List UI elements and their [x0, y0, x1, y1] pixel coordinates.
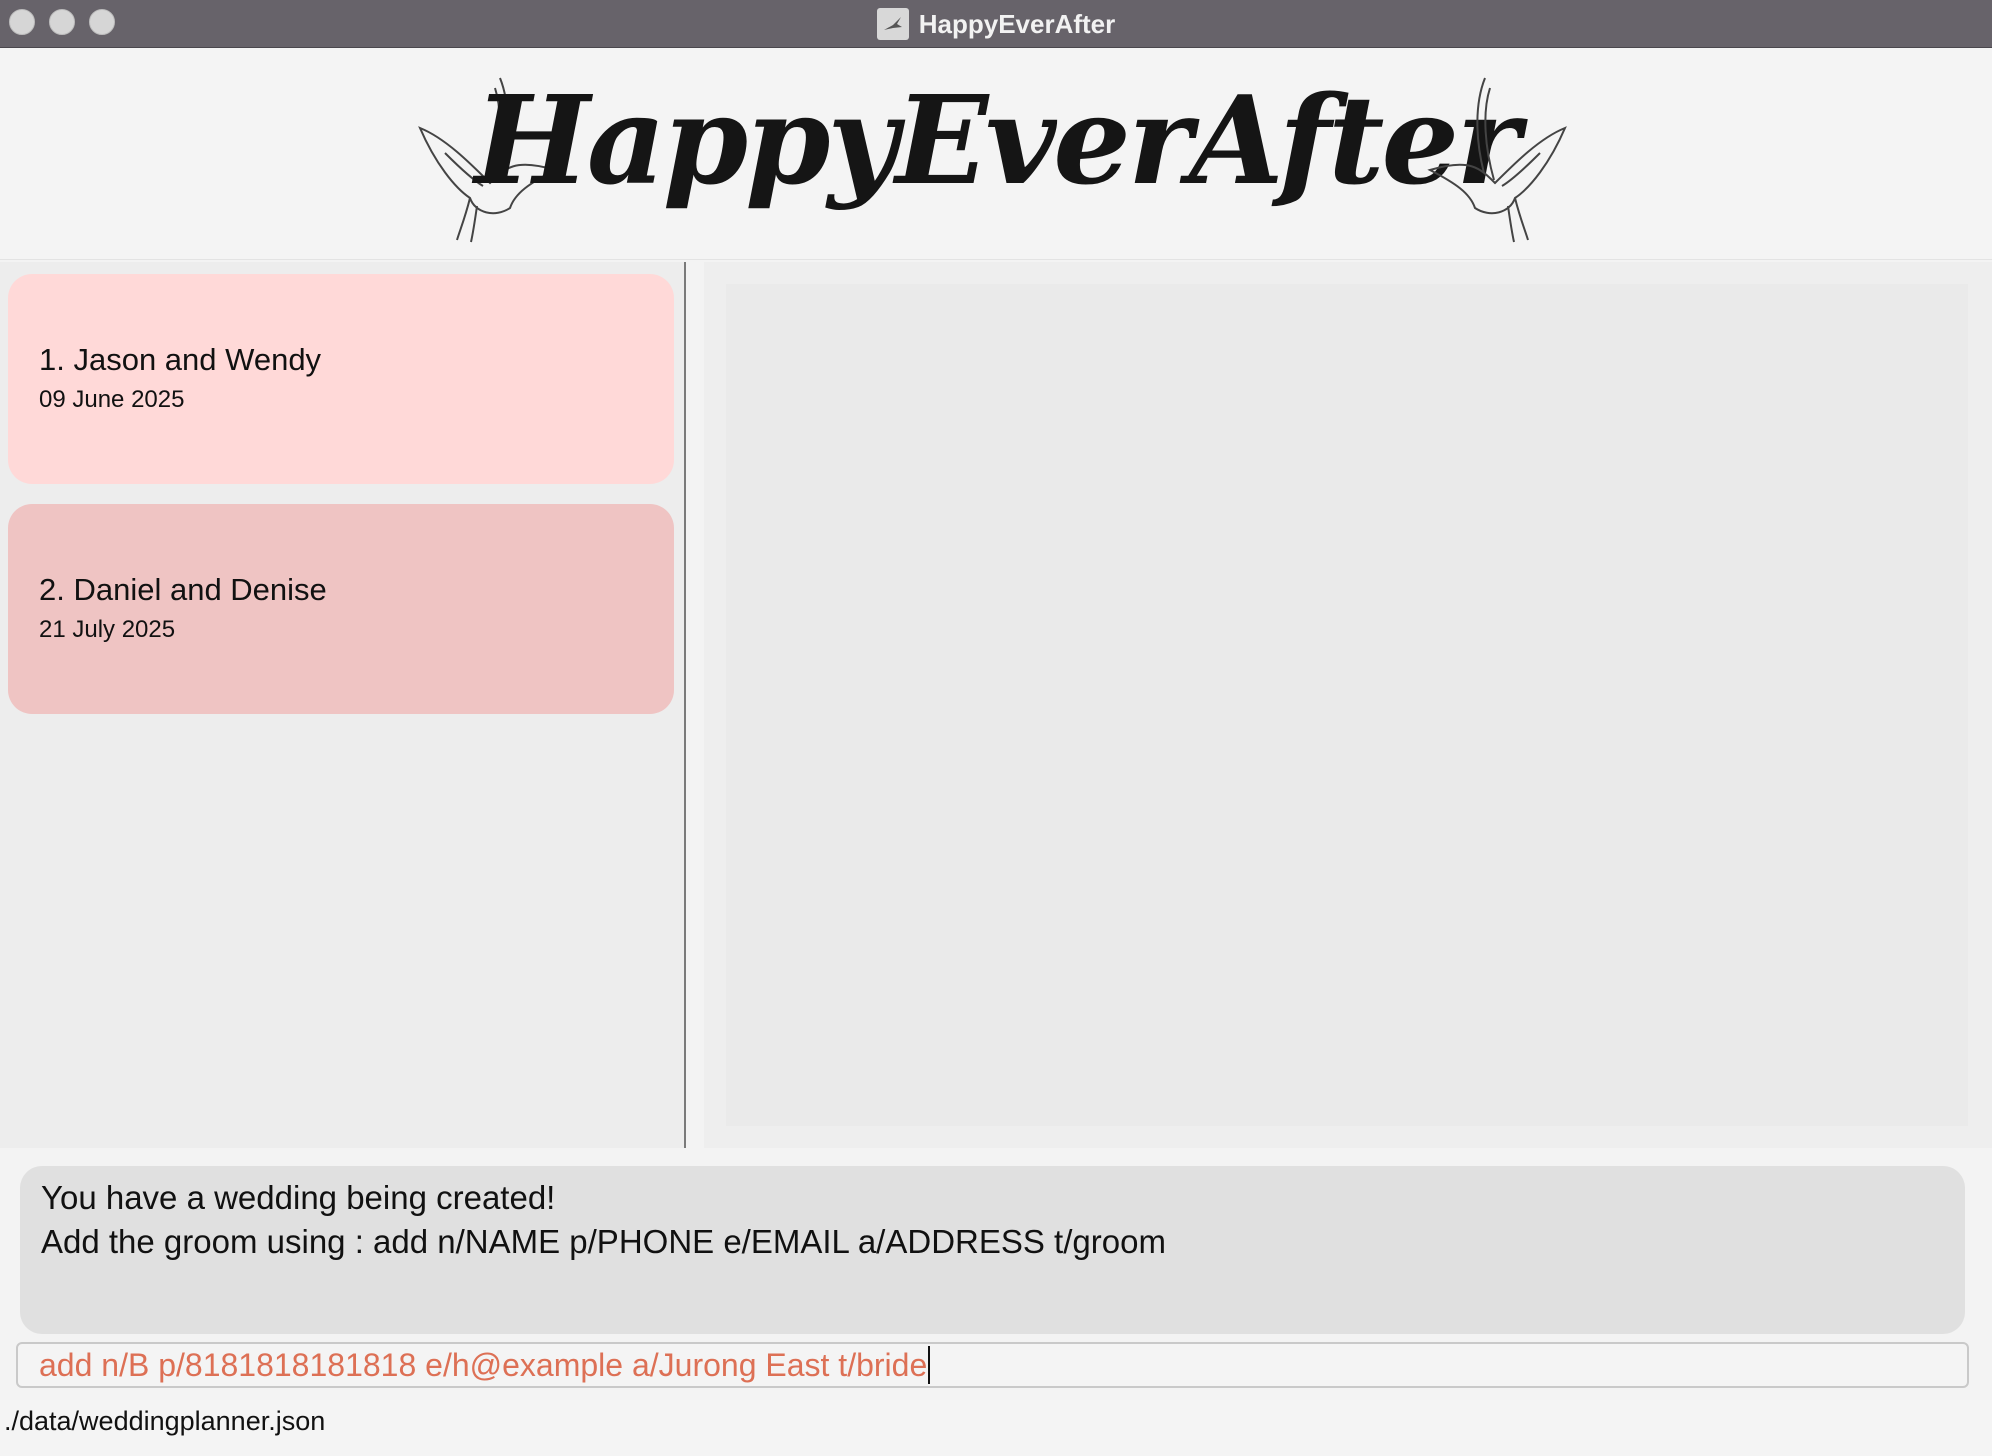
status-bar: ./data/weddingplanner.json [0, 1400, 1992, 1456]
window-title: HappyEverAfter [918, 8, 1116, 39]
dove-right-icon [1427, 77, 1567, 243]
command-input-text[interactable]: add n/B p/8181818181818 e/h@example a/Ju… [39, 1347, 927, 1384]
window-titlebar[interactable]: HappyEverAfter [0, 0, 1992, 48]
wedding-details-panel [704, 262, 1992, 1148]
details-content-area [726, 284, 1968, 1126]
window-title-group: HappyEverAfter [0, 0, 1992, 48]
app-logo: HappyEverAfter [474, 68, 1521, 212]
wedding-date: 21 July 2025 [39, 616, 176, 643]
command-input[interactable]: add n/B p/8181818181818 e/h@example a/Ju… [16, 1342, 1969, 1388]
wedding-title: 1. Jason and Wendy [39, 342, 322, 377]
wedding-title: 2. Daniel and Denise [39, 572, 327, 607]
save-file-path: ./data/weddingplanner.json [4, 1406, 326, 1436]
logo-header: HappyEverAfter [0, 48, 1992, 260]
app-bird-icon [876, 8, 909, 40]
wedding-card[interactable]: 1. Jason and Wendy 09 June 2025 [8, 274, 674, 484]
wedding-date: 09 June 2025 [39, 386, 185, 413]
wedding-card[interactable]: 2. Daniel and Denise 21 July 2025 [8, 504, 674, 714]
result-message-line: You have a wedding being created! [41, 1179, 556, 1216]
result-display: You have a wedding being created! Add th… [20, 1166, 1965, 1334]
wedding-list-panel[interactable]: 1. Jason and Wendy 09 June 2025 2. Danie… [0, 262, 686, 1148]
text-caret [928, 1346, 931, 1384]
result-message-line: Add the groom using : add n/NAME p/PHONE… [41, 1223, 1166, 1260]
